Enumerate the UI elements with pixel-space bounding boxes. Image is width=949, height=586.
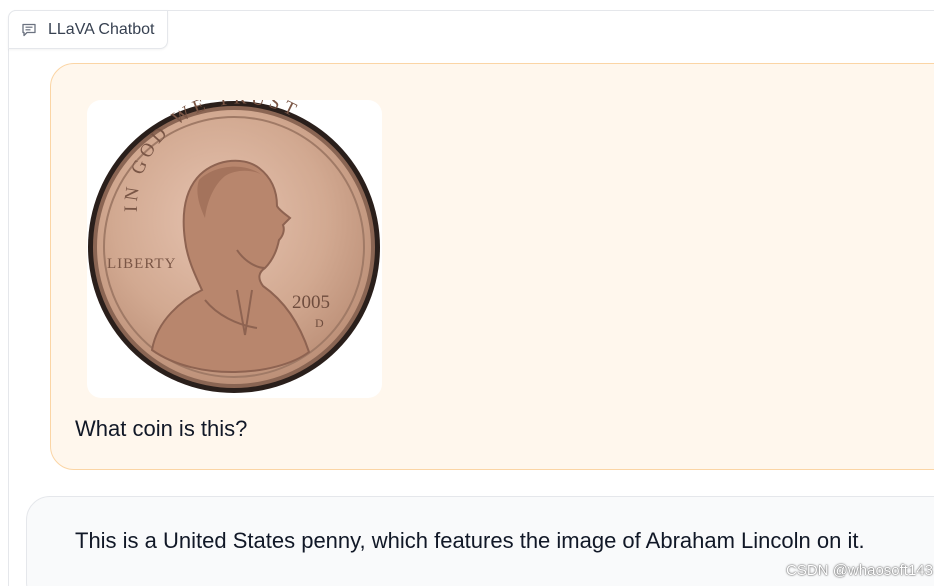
user-message: IN GOD WE TRUST LIBERTY 2005 D What coin… — [50, 63, 949, 470]
bot-message-text: This is a United States penny, which fea… — [75, 528, 865, 553]
chat-icon — [21, 22, 37, 38]
scroll-edge — [934, 0, 949, 586]
coin-liberty: LIBERTY — [107, 256, 176, 272]
coin-year: 2005 — [292, 292, 330, 313]
chatbot-label: LLaVA Chatbot — [8, 10, 169, 49]
watermark: CSDN @whaosoft143 — [786, 562, 933, 579]
chatbot-app: LLaVA Chatbot IN GOD WE TRUST — [0, 0, 949, 586]
user-message-text: What coin is this? — [75, 416, 248, 441]
chatbot-label-text: LLaVA Chatbot — [48, 20, 155, 38]
coin-mint-mark: D — [315, 316, 324, 330]
penny-image: IN GOD WE TRUST LIBERTY 2005 D — [88, 87, 380, 393]
uploaded-image[interactable]: IN GOD WE TRUST LIBERTY 2005 D — [87, 87, 382, 398]
